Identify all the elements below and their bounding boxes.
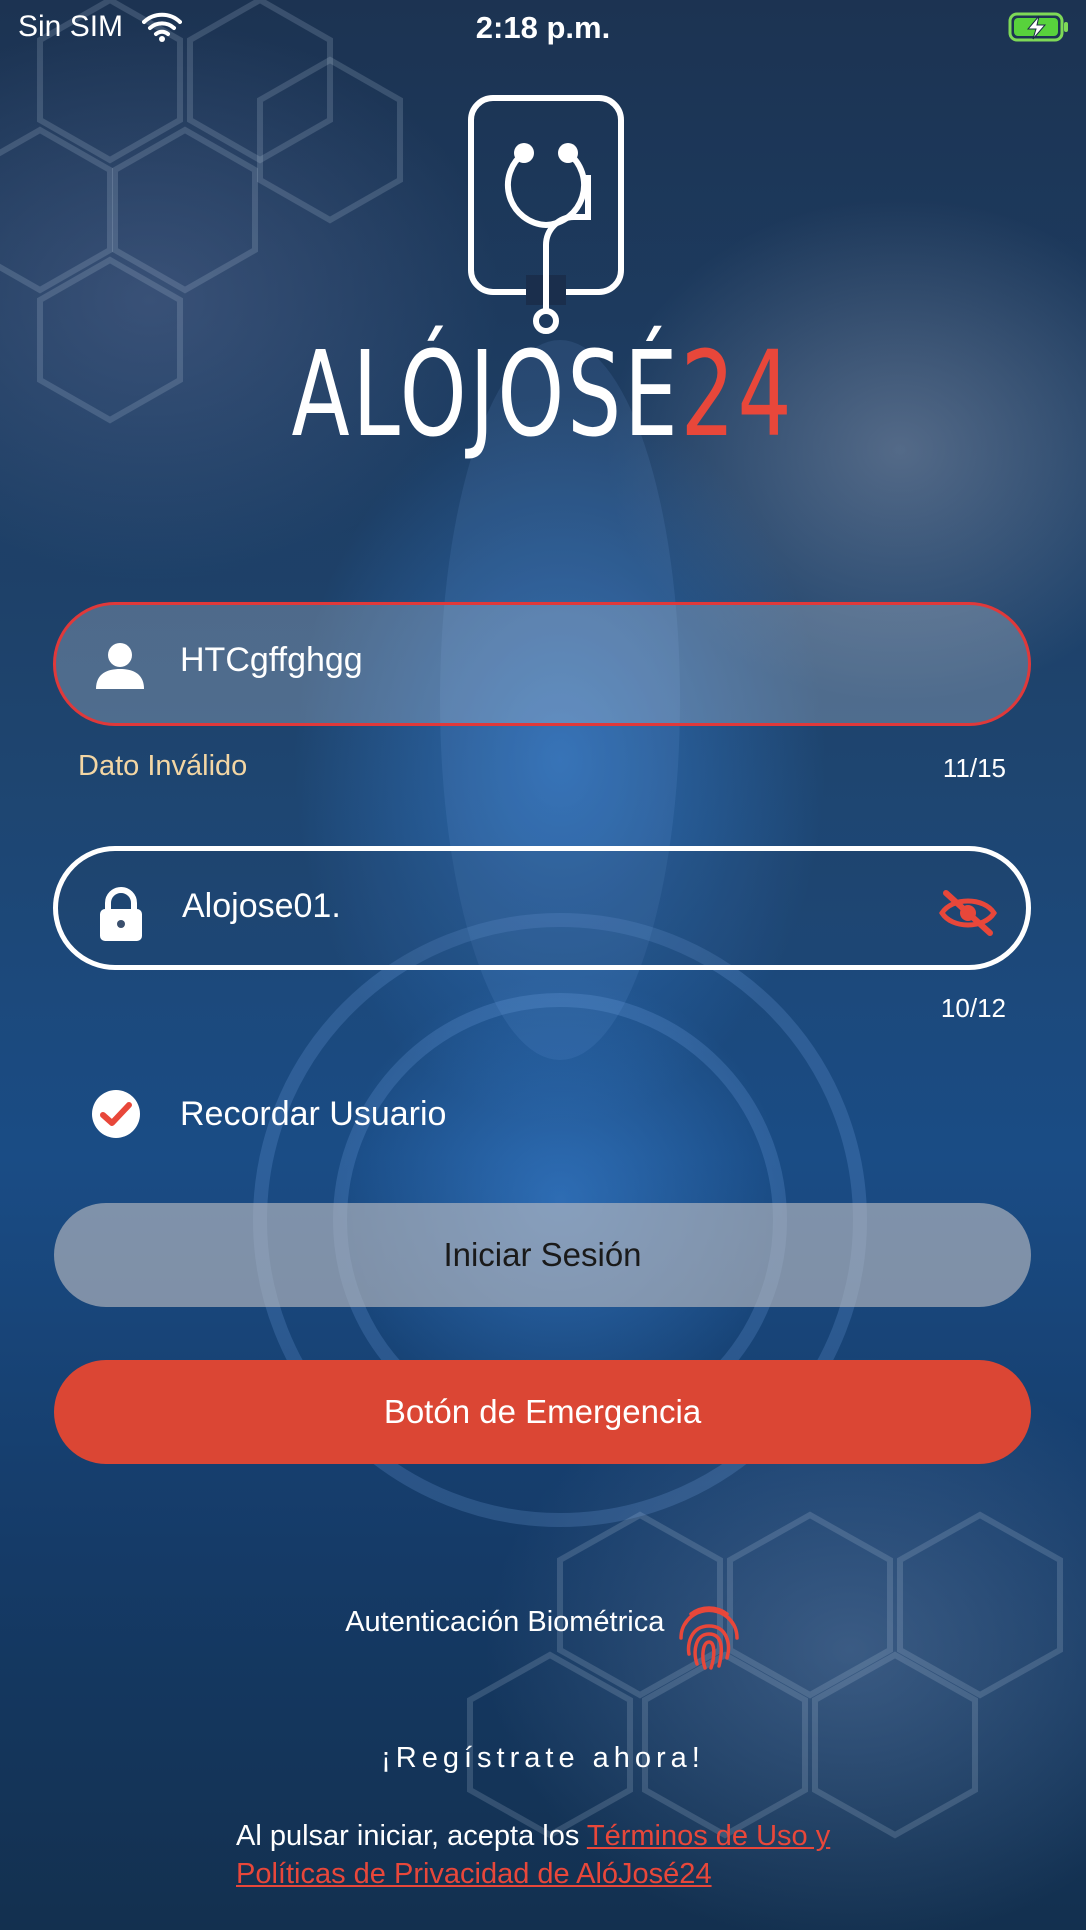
logo-text-main: ALÓJOSÉ — [291, 325, 681, 463]
battery-charging-icon — [1008, 12, 1070, 47]
remember-checkbox[interactable] — [92, 1090, 140, 1138]
fingerprint-icon[interactable] — [677, 1604, 741, 1672]
clock: 2:18 p.m. — [475, 10, 611, 45]
register-link[interactable]: ¡Regístrate ahora! — [0, 1742, 1086, 1775]
logo-wordmark: ALÓJOSÉ24 — [152, 335, 934, 453]
terms-text: Al pulsar iniciar, acepta los Términos d… — [236, 1817, 876, 1893]
biometric-label: Autenticación Biométrica — [345, 1605, 665, 1638]
stethoscope-phone-icon — [468, 95, 628, 340]
eye-off-icon[interactable] — [938, 889, 998, 942]
remember-label: Recordar Usuario — [180, 1095, 447, 1133]
biometric-auth[interactable]: Autenticación Biométrica — [0, 1604, 1086, 1674]
login-button[interactable]: Iniciar Sesión — [54, 1203, 1031, 1307]
username-char-counter: 11/15 — [942, 753, 1006, 783]
password-field[interactable]: Alojose01. — [53, 846, 1031, 970]
person-icon — [94, 641, 146, 696]
username-input[interactable]: HTCgffghgg — [180, 641, 363, 680]
lock-icon — [96, 887, 146, 948]
logo-text-accent: 24 — [680, 325, 795, 463]
username-error-text: Dato Inválido — [78, 750, 248, 782]
password-input[interactable]: Alojose01. — [182, 887, 341, 926]
password-char-counter: 10/12 — [940, 993, 1006, 1023]
status-bar: Sin SIM 2:18 p.m. — [0, 0, 1086, 56]
app-logo: ALÓJOSÉ24 — [0, 95, 1086, 475]
checkmark-icon — [100, 1102, 132, 1126]
username-field[interactable]: HTCgffghgg — [53, 602, 1031, 726]
terms-prefix: Al pulsar iniciar, acepta los — [236, 1820, 587, 1852]
emergency-button[interactable]: Botón de Emergencia — [54, 1360, 1031, 1464]
